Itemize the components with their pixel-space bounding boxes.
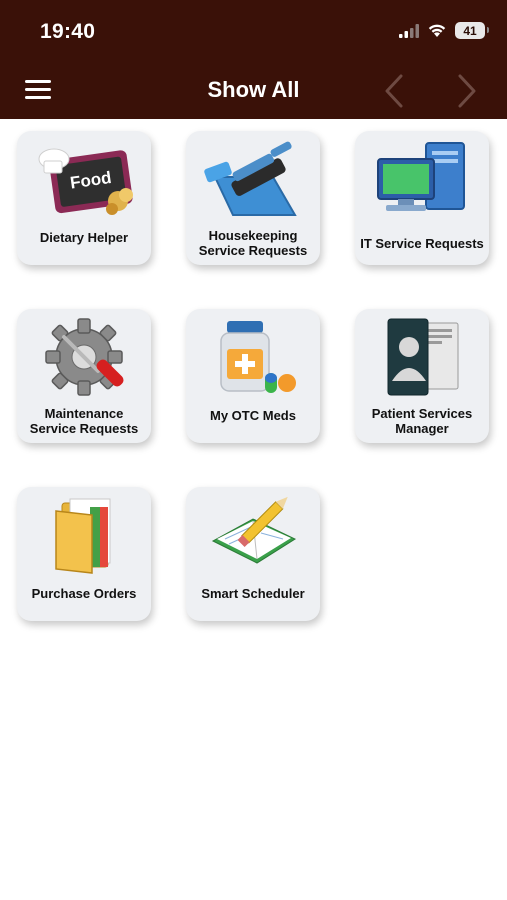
tile-smart-scheduler[interactable]: Smart Scheduler bbox=[186, 487, 320, 621]
file-folder-icon bbox=[55, 498, 111, 574]
battery-icon: 41 bbox=[455, 22, 489, 39]
computer-icon bbox=[377, 142, 465, 211]
gear-screwdriver-icon bbox=[45, 318, 124, 396]
tile-housekeeping[interactable]: Housekeeping Service Requests bbox=[186, 131, 320, 265]
wifi-icon bbox=[428, 24, 446, 37]
tile-label: Purchase Orders bbox=[31, 585, 137, 601]
tile-purchase-orders[interactable]: Purchase Orders bbox=[17, 487, 151, 621]
signal-icon bbox=[399, 23, 419, 38]
tile-my-otc-meds[interactable]: My OTC Meds bbox=[186, 309, 320, 443]
tile-label: Maintenance Service Requests bbox=[29, 406, 139, 436]
tile-patient-services[interactable]: Patient Services Manager bbox=[355, 309, 489, 443]
tile-label: IT Service Requests bbox=[360, 235, 484, 251]
page-title: Show All bbox=[207, 77, 300, 102]
tile-maintenance[interactable]: Maintenance Service Requests bbox=[17, 309, 151, 443]
dustpan-brush-icon bbox=[204, 141, 297, 216]
chevron-left-icon[interactable] bbox=[379, 72, 409, 110]
tile-label: My OTC Meds bbox=[210, 407, 296, 423]
chevron-right-icon[interactable] bbox=[452, 72, 482, 110]
status-time: 19:40 bbox=[40, 20, 96, 43]
tile-label: Smart Scheduler bbox=[201, 585, 305, 601]
tile-label: Patient Services Manager bbox=[371, 406, 473, 436]
app-header: 19:40 41 Show All bbox=[0, 0, 507, 119]
status-icons: 41 bbox=[399, 22, 489, 39]
tile-label: Dietary Helper bbox=[39, 229, 129, 245]
tile-it-service[interactable]: IT Service Requests bbox=[355, 131, 489, 265]
notebook-pencil-icon bbox=[211, 496, 297, 564]
tile-label: Housekeeping Service Requests bbox=[198, 228, 308, 258]
food-chalkboard-icon: Food bbox=[38, 148, 133, 215]
medicine-bottle-icon bbox=[220, 321, 296, 393]
patient-folder-icon bbox=[387, 318, 459, 396]
tile-dietary-helper[interactable]: Food Dietary Helper bbox=[17, 131, 151, 265]
battery-level: 41 bbox=[463, 23, 477, 38]
